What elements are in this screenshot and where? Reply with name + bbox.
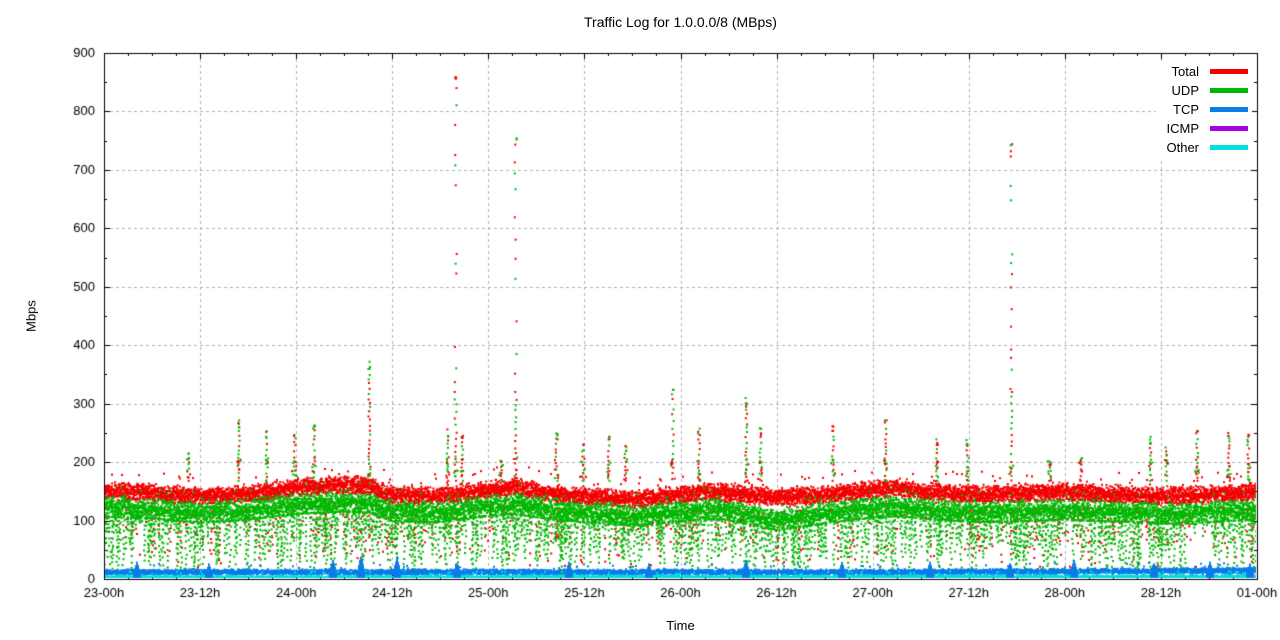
legend-label-icmp: ICMP bbox=[1167, 119, 1200, 138]
y-axis-label: Mbps bbox=[24, 300, 39, 332]
traffic-chart: Traffic Log for 1.0.0.0/8 (MBps) Mbps Ti… bbox=[0, 0, 1280, 640]
legend-row-total: Total bbox=[1166, 62, 1248, 81]
legend-row-other: Other bbox=[1166, 138, 1248, 157]
legend-swatch-icmp bbox=[1210, 126, 1248, 131]
legend-swatch-udp bbox=[1210, 88, 1248, 93]
legend-row-tcp: TCP bbox=[1166, 100, 1248, 119]
x-axis-label: Time bbox=[104, 618, 1257, 633]
legend-swatch-other bbox=[1210, 145, 1248, 150]
legend-label-udp: UDP bbox=[1172, 81, 1199, 100]
traffic-chart-canvas bbox=[0, 0, 1280, 640]
page-root: { "chart_data": { "type": "scatter", "ti… bbox=[0, 0, 1280, 640]
legend-row-udp: UDP bbox=[1166, 81, 1248, 100]
legend-label-total: Total bbox=[1172, 62, 1199, 81]
legend-label-other: Other bbox=[1166, 138, 1199, 157]
legend-label-tcp: TCP bbox=[1173, 100, 1199, 119]
legend: Total UDP TCP ICMP Other bbox=[1156, 61, 1252, 160]
legend-row-icmp: ICMP bbox=[1166, 119, 1248, 138]
chart-title: Traffic Log for 1.0.0.0/8 (MBps) bbox=[104, 14, 1257, 30]
legend-swatch-total bbox=[1210, 69, 1248, 74]
legend-swatch-tcp bbox=[1210, 107, 1248, 112]
